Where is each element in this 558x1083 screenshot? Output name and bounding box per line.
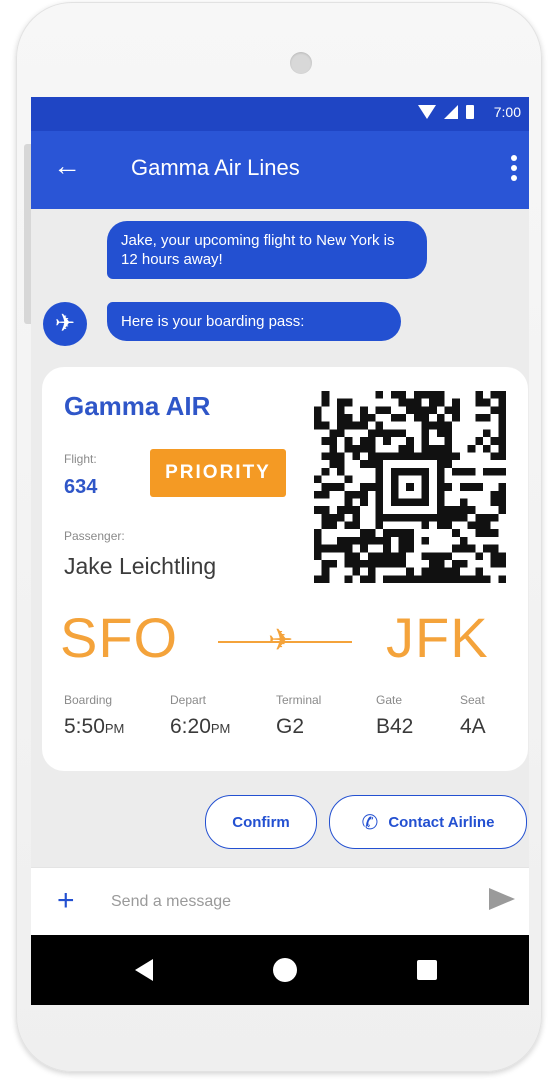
nav-back-icon[interactable] (135, 959, 153, 981)
plus-icon[interactable]: + (57, 884, 75, 918)
detail-boarding: Boarding 5:50PM (64, 693, 124, 739)
front-camera (290, 52, 312, 74)
detail-label: Gate (376, 693, 403, 707)
phone-icon: ✆ (361, 811, 379, 834)
detail-depart: Depart 6:20PM (170, 693, 230, 739)
nav-home-icon[interactable] (273, 958, 297, 982)
boarding-ampm: PM (104, 721, 125, 736)
detail-value: 4A (460, 715, 486, 738)
status-time: 7:00 (493, 104, 521, 120)
arrow-back-icon[interactable]: ← (53, 151, 81, 181)
detail-label: Depart (170, 693, 207, 707)
depart-time: 6:20 (170, 715, 211, 738)
message-input[interactable] (109, 892, 413, 912)
priority-badge: PRIORITY (150, 449, 286, 497)
status-icons: 7:00 (417, 104, 521, 120)
origin-airport: SFO (60, 606, 179, 669)
message-composer: + (31, 867, 529, 936)
flight-label: Flight: (64, 452, 97, 466)
app-title: Gamma Air Lines (131, 155, 300, 180)
boarding-time: 5:50 (64, 715, 105, 738)
battery-icon (465, 105, 474, 119)
depart-ampm: PM (210, 721, 231, 736)
detail-terminal: Terminal G2 (276, 693, 321, 739)
contact-airline-label: Contact Airline (388, 813, 495, 831)
detail-label: Boarding (64, 693, 113, 707)
phone-screen: 7:00 ← Gamma Air Lines Jake, your upcomi… (31, 97, 529, 1005)
detail-value: B42 (376, 715, 414, 738)
detail-seat: Seat 4A (460, 693, 486, 739)
send-icon[interactable] (489, 888, 515, 910)
contact-airline-button[interactable]: ✆ Contact Airline (329, 795, 527, 849)
wifi-icon (417, 105, 436, 119)
confirm-label: Confirm (232, 813, 290, 831)
destination-airport: JFK (386, 606, 489, 669)
detail-label: Terminal (276, 693, 322, 707)
detail-gate: Gate B42 (376, 693, 413, 739)
detail-value: 5:50PM (64, 715, 124, 739)
message-bubble-reminder: Jake, your upcoming flight to New York i… (107, 221, 427, 279)
qr-code (314, 391, 506, 583)
airline-brand: Gamma AIR (64, 391, 211, 421)
message-bubble-boarding-pass: Here is your boarding pass: (107, 302, 401, 341)
confirm-button[interactable]: Confirm (205, 795, 317, 849)
detail-label: Seat (460, 693, 485, 707)
app-bar: ← Gamma Air Lines (31, 131, 529, 209)
more-vert-icon[interactable] (511, 155, 517, 181)
detail-value: 6:20PM (170, 715, 230, 739)
airplane-icon: ✈ (268, 624, 294, 657)
passenger-label: Passenger: (64, 529, 125, 543)
nav-recent-apps-icon[interactable] (417, 960, 437, 980)
detail-value: G2 (276, 715, 305, 738)
airplane-icon: ✈ (43, 302, 87, 346)
flight-number: 634 (64, 476, 98, 498)
passenger-name: Jake Leichtling (64, 553, 217, 579)
navigation-bar (31, 935, 529, 1005)
status-bar: 7:00 (31, 97, 529, 131)
boarding-pass-card[interactable]: Gamma AIR Flight: 634 PRIORITY Passenger… (42, 367, 528, 771)
signal-icon (443, 105, 458, 119)
